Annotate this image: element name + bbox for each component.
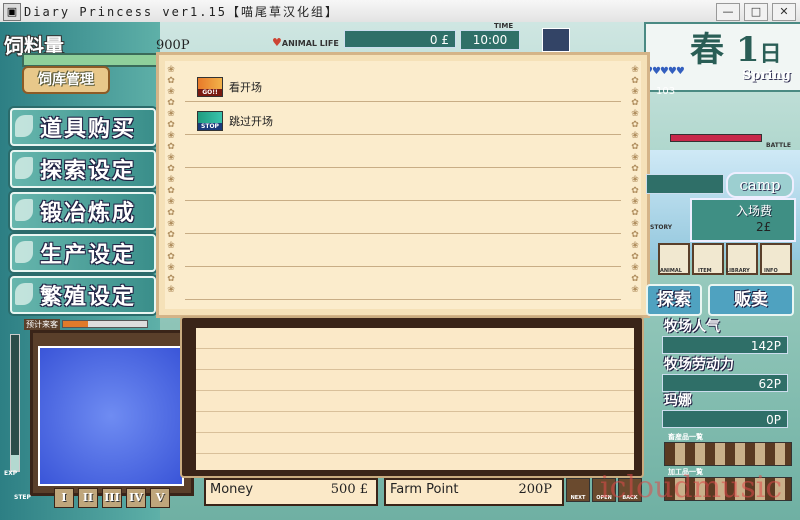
feed-amount: 900P <box>156 38 190 53</box>
animal-life-text: ANIMAL LIFE <box>281 39 339 48</box>
camp-button[interactable]: camp <box>726 172 794 198</box>
exp-meter <box>10 334 20 472</box>
day-number: 1 <box>735 30 760 70</box>
message-paper <box>196 328 634 470</box>
ranch-labor-label: 牧场劳动力 <box>664 357 734 373</box>
visitor-forecast-fill <box>63 321 89 327</box>
app-icon: ▣ <box>3 3 21 21</box>
date-display: 春 1日 <box>690 22 782 71</box>
vine-border-icon: ❀ ✿ ❀ ✿ ❀ ✿ ❀ ✿ ❀ ✿ ❀ ✿ ❀ ✿ ❀ ✿ ❀ ✿ ❀ ✿ ❀ <box>631 65 639 295</box>
menu-item-explore-settings[interactable]: 探索设定 <box>10 150 156 188</box>
go-arrow-icon: GO!! <box>197 77 223 97</box>
menu-item-forge[interactable]: 锻冶炼成 <box>10 192 156 230</box>
step-label: STEP <box>14 494 31 501</box>
step-5-button[interactable]: V <box>150 488 170 508</box>
window-title: Diary Princess ver1.15【喵尾草汉化组】 <box>24 5 339 19</box>
step-3-button[interactable]: III <box>102 488 122 508</box>
ranch-popularity-label: 牧场人气 <box>664 319 720 335</box>
entry-fee-label: 入场费 <box>736 204 773 218</box>
option-label: 看开场 <box>229 81 262 94</box>
watermark: icloudmusic <box>600 470 783 505</box>
item-caption: ITEM <box>698 268 712 274</box>
time-display: 10:00 <box>460 30 520 50</box>
visitor-forecast-bar <box>62 320 148 328</box>
menu-label: 生产设定 <box>40 242 137 268</box>
step-2-button[interactable]: II <box>78 488 98 508</box>
livestock-list-label: 畜産品一覧 <box>668 433 703 441</box>
exp-label: EXP <box>4 470 18 477</box>
feed-storage-button[interactable]: 饲库管理 <box>22 66 110 94</box>
leaf-icon <box>15 199 33 221</box>
farm-point-value: 200P <box>518 482 552 497</box>
leaf-icon <box>15 241 33 263</box>
heart-icon: ♥ <box>272 36 282 49</box>
info-caption: INFO <box>764 268 778 274</box>
option-label: 跳过开场 <box>229 115 273 128</box>
battle-bar <box>670 134 762 142</box>
menu-item-buy-items[interactable]: 道具购买 <box>10 108 156 146</box>
menu-label: 道具购买 <box>40 116 137 142</box>
animal-life-label: ♥ANIMAL LIFE <box>272 36 339 49</box>
maximize-button[interactable]: □ <box>744 3 768 21</box>
season-name: Spring <box>742 68 791 83</box>
next-button[interactable]: NEXT <box>566 478 590 502</box>
entry-fee-value: 2£ <box>756 220 772 234</box>
menu-item-breeding-settings[interactable]: 繁殖设定 <box>10 276 156 314</box>
leaf-icon <box>15 115 33 137</box>
explore-button[interactable]: 探索 <box>646 284 702 316</box>
day-char: 日 <box>759 41 782 67</box>
livestock-list[interactable] <box>664 442 792 466</box>
season-char: 春 <box>690 30 724 70</box>
battle-label: BATTLE <box>766 142 791 149</box>
exp-fill <box>11 454 19 471</box>
money-value: 500 £ <box>330 482 368 497</box>
menu-label: 探索设定 <box>40 158 137 184</box>
camp-bar <box>646 174 724 194</box>
message-box <box>180 316 644 478</box>
stop-icon: STOP <box>197 111 223 131</box>
sell-button[interactable]: 贩卖 <box>708 284 794 316</box>
opening-dialog: ❀ ✿ ❀ ✿ ❀ ✿ ❀ ✿ ❀ ✿ ❀ ✿ ❀ ✿ ❀ ✿ ❀ ✿ ❀ ✿ ❀ ❀ ✿ ❀ ✿ ❀ ✿ ❀ ✿ ❀ ✿ ❀ ✿ ❀ ✿ ❀ ✿ ❀ ✿… <box>156 52 650 318</box>
menu-label: 锻冶炼成 <box>40 200 137 226</box>
step-4-button[interactable]: IV <box>126 488 146 508</box>
time-label: TIME <box>494 22 514 30</box>
mana-label: 玛娜 <box>664 393 692 409</box>
status-value: 103 <box>656 86 676 97</box>
character-portrait <box>38 346 184 486</box>
ranch-popularity-value: 142P <box>662 336 788 354</box>
money-label: Money <box>210 482 254 497</box>
animal-caption: ANIMAL <box>660 268 682 274</box>
leaf-icon <box>15 283 33 305</box>
step-1-button[interactable]: I <box>54 488 74 508</box>
mana-value: 0P <box>662 410 788 428</box>
vine-border-icon: ❀ ✿ ❀ ✿ ❀ ✿ ❀ ✿ ❀ ✿ ❀ ✿ ❀ ✿ ❀ ✿ ❀ ✿ ❀ ✿ ❀ <box>167 65 175 295</box>
farm-point-label: Farm Point <box>390 482 459 497</box>
minimize-button[interactable]: — <box>716 3 740 21</box>
story-label: STORY <box>650 224 673 231</box>
visitor-forecast-label: 预计来客 <box>24 319 60 330</box>
avatar <box>542 28 570 52</box>
menu-label: 繁殖设定 <box>40 284 137 310</box>
leaf-icon <box>15 157 33 179</box>
ruled-lines <box>185 69 621 301</box>
menu-item-production-settings[interactable]: 生产设定 <box>10 234 156 272</box>
close-button[interactable]: ✕ <box>772 3 796 21</box>
top-money: 0 £ <box>344 30 456 48</box>
title-bar: ▣ Diary Princess ver1.15【喵尾草汉化组】 — □ ✕ <box>0 0 800 23</box>
library-caption: LIBRARY <box>726 268 750 274</box>
